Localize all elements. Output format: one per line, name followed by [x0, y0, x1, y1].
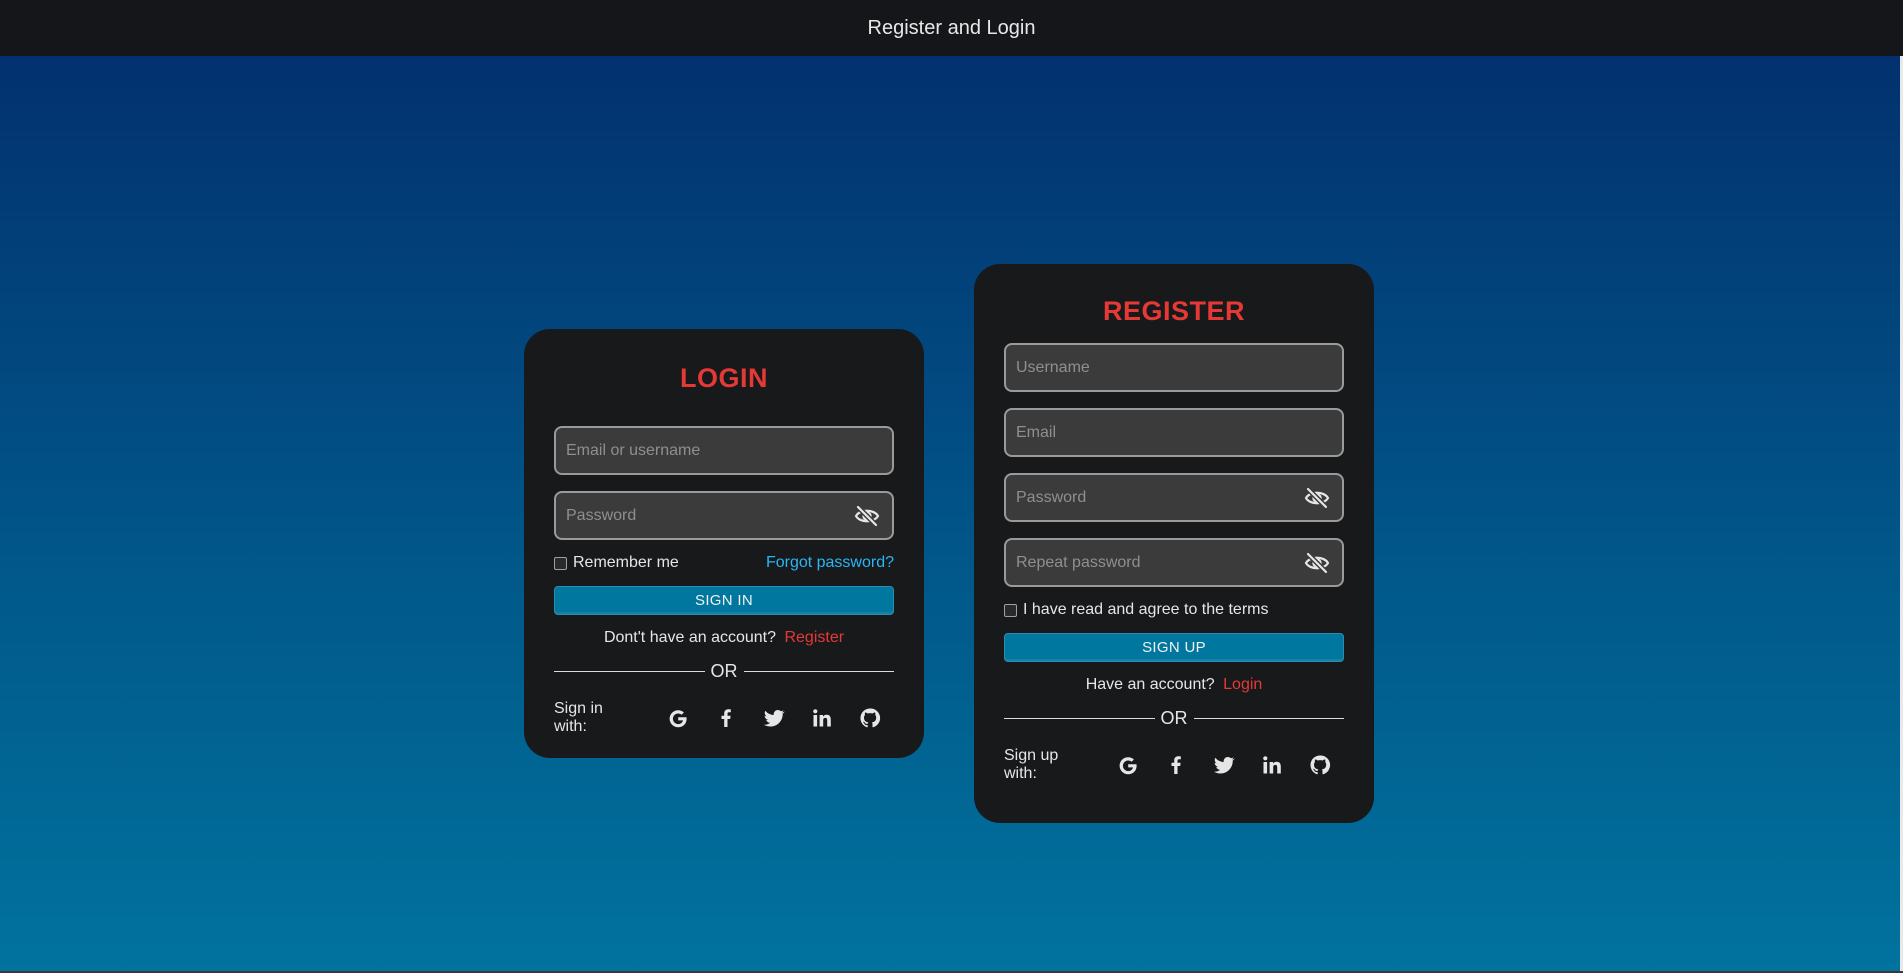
register-email-field[interactable] [1004, 408, 1344, 457]
remember-me-label: Remember me [573, 554, 679, 571]
github-icon[interactable] [858, 706, 882, 730]
remember-me[interactable]: Remember me [554, 554, 679, 572]
login-username-input[interactable] [556, 428, 892, 473]
facebook-icon[interactable] [714, 706, 738, 730]
divider-line [1004, 718, 1155, 719]
divider-line [554, 671, 705, 672]
google-icon[interactable] [666, 706, 690, 730]
linkedin-icon[interactable] [1260, 753, 1284, 777]
register-password-field[interactable] [1004, 473, 1344, 522]
eye-slash-icon[interactable] [854, 504, 880, 528]
register-terms-row: I have read and agree to the terms [1004, 601, 1344, 619]
google-icon[interactable] [1116, 753, 1140, 777]
login-social-row: Sign in with: [554, 700, 894, 736]
divider-text: OR [1160, 708, 1188, 728]
register-social-label: Sign up with: [1004, 747, 1059, 782]
register-title: REGISTER [1102, 296, 1246, 326]
linkedin-icon[interactable] [810, 706, 834, 730]
login-username-field[interactable] [554, 426, 894, 475]
login-title: LOGIN [680, 363, 768, 393]
eye-slash-icon[interactable] [1304, 551, 1330, 575]
register-divider: OR [1004, 708, 1344, 729]
login-switch-text: Dont't have an account? [603, 629, 777, 646]
register-username-field[interactable] [1004, 343, 1344, 392]
page-background [0, 56, 1900, 971]
login-card: LOGIN Remember me Forgot password? SIGN … [524, 329, 924, 758]
forgot-password-link[interactable]: Forgot password? [766, 554, 894, 572]
login-social-label: Sign in with: [554, 700, 603, 735]
twitter-icon[interactable] [1212, 753, 1236, 777]
login-password-field[interactable] [554, 491, 894, 540]
register-switch-text: Have an account? [1085, 676, 1215, 693]
facebook-icon[interactable] [1164, 753, 1188, 777]
register-switch-line: Have an account? Login [1004, 676, 1344, 694]
divider-text: OR [710, 661, 738, 681]
register-repeat-password-input[interactable] [1006, 540, 1342, 585]
eye-slash-icon[interactable] [1304, 486, 1330, 510]
sign-in-button[interactable]: SIGN IN [554, 586, 894, 615]
app-title: Register and Login [867, 16, 1036, 39]
login-link[interactable]: Login [1223, 676, 1262, 693]
register-repeat-password-field[interactable] [1004, 538, 1344, 587]
twitter-icon[interactable] [762, 706, 786, 730]
divider-line [1193, 718, 1344, 719]
register-username-input[interactable] [1006, 345, 1342, 390]
register-social-row: Sign up with: [1004, 747, 1344, 783]
divider-line [743, 671, 894, 672]
login-divider: OR [554, 661, 894, 682]
login-options-row: Remember me Forgot password? [554, 554, 894, 572]
sign-up-button[interactable]: SIGN UP [1004, 633, 1344, 662]
remember-me-checkbox[interactable] [554, 556, 567, 570]
github-icon[interactable] [1308, 753, 1332, 777]
terms-label: I have read and agree to the terms [1023, 601, 1269, 618]
login-password-input[interactable] [556, 493, 892, 538]
register-email-input[interactable] [1006, 410, 1342, 455]
register-password-input[interactable] [1006, 475, 1342, 520]
terms-checkbox[interactable] [1004, 603, 1017, 617]
login-switch-line: Dont't have an account? Register [554, 629, 894, 647]
top-bar: Register and Login [0, 0, 1903, 56]
register-link[interactable]: Register [784, 629, 844, 646]
terms-agreement[interactable]: I have read and agree to the terms [1004, 601, 1268, 619]
register-card: REGISTER I h [974, 264, 1374, 823]
